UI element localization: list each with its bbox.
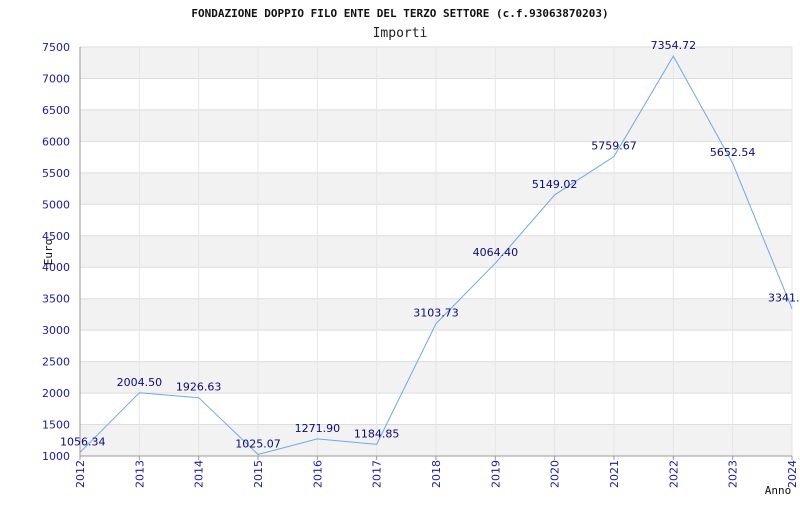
y-tick-label: 2000 <box>42 387 70 400</box>
x-tick-label: 2015 <box>252 460 265 488</box>
y-tick-label: 6500 <box>42 104 70 117</box>
y-tick-label: 1500 <box>42 419 70 432</box>
y-tick-label: 3000 <box>42 324 70 337</box>
y-axis-label: Euro <box>42 239 55 266</box>
line-chart: 1000150020002500300035004000450050005500… <box>42 7 800 497</box>
x-tick-label: 2016 <box>311 460 324 488</box>
x-tick-label: 2013 <box>133 460 146 488</box>
y-tick-label: 1000 <box>42 450 70 463</box>
x-tick-label: 2021 <box>608 460 621 488</box>
data-label: 7354.72 <box>651 39 697 52</box>
x-tick-label: 2022 <box>667 460 680 488</box>
chart-title: FONDAZIONE DOPPIO FILO ENTE DEL TERZO SE… <box>191 7 608 20</box>
x-tick-label: 2017 <box>371 460 384 488</box>
y-tick-label: 3500 <box>42 293 70 306</box>
data-label: 3341.3 <box>768 292 800 305</box>
x-tick-label: 2023 <box>727 460 740 488</box>
y-tick-label: 5500 <box>42 167 70 180</box>
y-tick-label: 2500 <box>42 356 70 369</box>
x-tick-label: 2012 <box>74 460 87 488</box>
data-label: 5759.67 <box>591 140 637 153</box>
data-label: 1056.34 <box>60 435 106 448</box>
data-label: 1184.85 <box>354 427 400 440</box>
chart-subtitle: Importi <box>373 26 428 41</box>
y-tick-label: 5000 <box>42 198 70 211</box>
data-label: 5652.54 <box>710 146 756 159</box>
x-tick-label: 2020 <box>549 460 562 488</box>
data-label: 2004.50 <box>117 376 163 389</box>
x-tick-label: 2014 <box>193 460 206 488</box>
data-label: 4064.40 <box>473 246 519 259</box>
data-label: 1271.90 <box>295 422 341 435</box>
data-label: 3103.73 <box>413 307 459 320</box>
data-label: 1926.63 <box>176 381 222 394</box>
data-label: 5149.02 <box>532 178 578 191</box>
y-tick-label: 6000 <box>42 135 70 148</box>
y-tick-label: 7000 <box>42 72 70 85</box>
x-tick-label: 2018 <box>430 460 443 488</box>
x-tick-labels: 2012 2013 2014 2015 2016 2017 2018 2019 2020 2021… <box>74 460 799 488</box>
x-tick-label: 2019 <box>489 460 502 488</box>
y-tick-label: 7500 <box>42 41 70 54</box>
x-axis-label: Anno <box>765 484 792 497</box>
data-label: 1025.07 <box>235 437 281 450</box>
